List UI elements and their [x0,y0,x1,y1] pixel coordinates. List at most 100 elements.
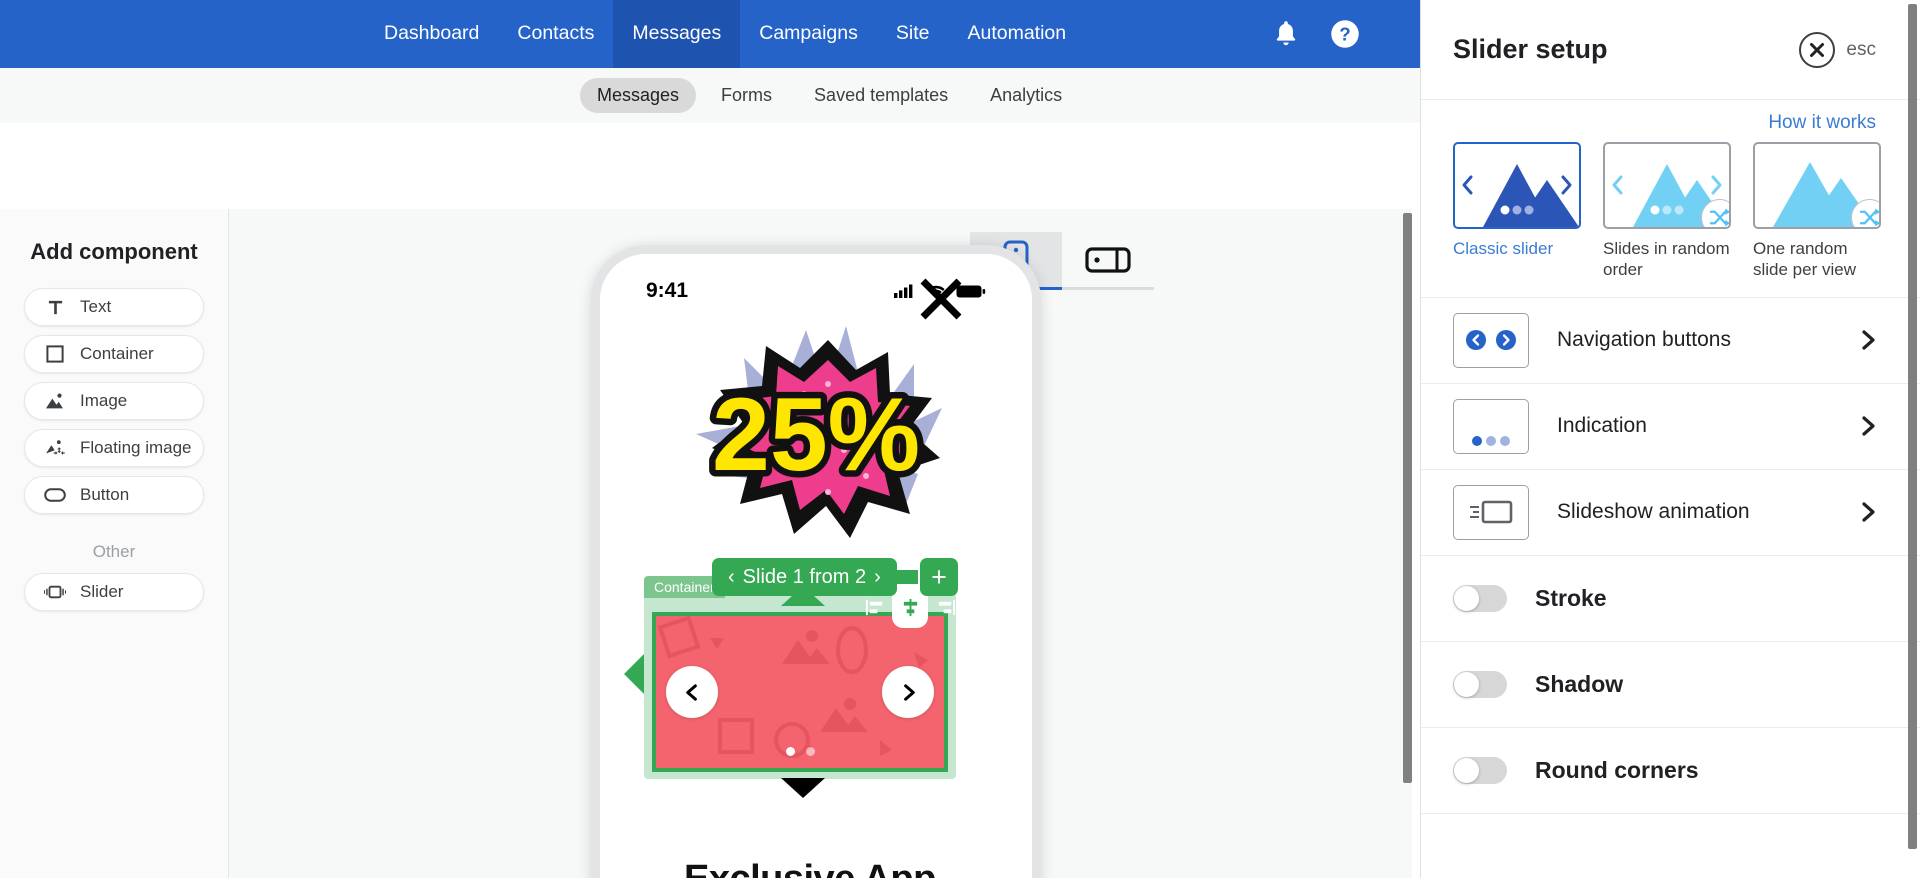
resize-handle-bottom[interactable] [781,778,825,798]
component-button[interactable]: Button [24,476,204,514]
toggle-row-shadow: Shadow [1421,640,1920,727]
slideshow-animation-icon [1453,484,1529,540]
top-navigation-bar: Dashboard Contacts Messages Campaigns Si… [0,0,1420,68]
slider-type-classic[interactable]: Classic slider [1453,142,1581,281]
toggle-knob [1454,585,1479,611]
phone-headline: Exclusive App- [600,858,1032,878]
row-slideshow-animation-label: Slideshow animation [1557,500,1750,523]
row-indication-label: Indication [1557,414,1647,437]
slider-component-selected[interactable] [652,612,948,772]
align-right-icon [938,599,955,615]
text-icon [44,299,66,316]
button-icon [44,488,66,502]
image-icon [44,392,66,410]
top-nav-items: Dashboard Contacts Messages Campaigns Si… [365,0,1085,68]
slider-next-arrow[interactable] [882,666,934,718]
slider-dot[interactable] [805,747,815,756]
slide-toolbar-connector [896,570,918,584]
panel-close-button[interactable] [1799,31,1836,68]
nav-item-messages[interactable]: Messages [613,0,741,68]
tab-messages[interactable]: Messages [580,78,697,113]
row-navigation-buttons[interactable]: Navigation buttons [1421,296,1920,383]
device-mode-desktop[interactable] [1062,232,1154,290]
nav-item-campaigns[interactable]: Campaigns [740,0,877,68]
canvas-scrollbar[interactable] [1403,213,1412,783]
signal-icon [894,284,913,298]
discount-badge-image: 25% 25% [678,324,978,554]
round-corners-toggle[interactable] [1453,756,1507,784]
component-text[interactable]: Text [24,288,204,326]
slide-next-button[interactable]: › [868,566,887,589]
svg-text:?: ? [1339,24,1350,45]
panel-header: Slider setup esc [1421,0,1920,100]
content-spacer [0,123,1420,209]
slider-type-one-random-label: One random slide per view [1753,239,1856,280]
chevron-right-icon [1861,501,1876,523]
component-slider[interactable]: Slider [24,573,204,611]
row-slideshow-animation[interactable]: Slideshow animation [1421,468,1920,555]
component-container[interactable]: Container [24,335,204,373]
round-corners-label: Round corners [1535,756,1699,783]
slider-type-classic-label: Classic slider [1453,239,1554,258]
toggle-knob [1454,671,1479,697]
slider-icon [44,585,66,599]
toggle-knob [1454,757,1479,783]
nav-arrows-icon [1453,312,1529,368]
slider-type-random-order-label: Slides in random order [1603,239,1730,280]
tab-saved-templates[interactable]: Saved templates [797,78,965,113]
tab-forms[interactable]: Forms [704,78,789,113]
slider-setup-panel: Slider setup esc How it works Classic sl… [1420,0,1920,878]
slide-prev-button[interactable]: ‹ [722,566,741,589]
nav-item-dashboard[interactable]: Dashboard [365,0,498,68]
component-image-label: Image [80,391,128,410]
component-floating-image-label: Floating image [80,438,192,457]
bell-icon[interactable] [1272,19,1300,49]
stroke-toggle[interactable] [1453,584,1507,612]
tab-analytics[interactable]: Analytics [973,78,1079,113]
phone-screen: 9:41 25% 25% Container ‹ Slide 1 from 2 … [600,254,1032,878]
panel-title: Slider setup [1453,34,1608,64]
component-image[interactable]: Image [24,382,204,420]
stroke-label: Stroke [1535,584,1607,611]
nav-item-automation[interactable]: Automation [948,0,1085,68]
classic-slider-thumb [1453,142,1581,229]
resize-handle-top[interactable] [781,586,825,606]
slider-dot-active[interactable] [785,747,795,756]
toggle-row-stroke: Stroke [1421,554,1920,641]
component-floating-image[interactable]: Floating image [24,429,204,467]
desktop-icon [1085,246,1131,273]
shuffle-icon [1701,199,1729,227]
nav-item-site[interactable]: Site [877,0,949,68]
chevron-right-icon [1861,329,1876,351]
panel-divider [1421,812,1920,814]
add-slide-button[interactable]: + [920,558,958,596]
slider-prev-arrow[interactable] [666,666,718,718]
container-icon [44,345,66,363]
slider-type-one-random[interactable]: One random slide per view [1753,142,1881,281]
svg-text:25%: 25% [712,377,920,493]
nav-item-contacts[interactable]: Contacts [498,0,613,68]
component-button-label: Button [80,485,130,504]
how-it-works-link[interactable]: How it works [1421,100,1920,134]
add-component-sidebar: Add component Text Container Image Float… [0,209,229,878]
shadow-toggle[interactable] [1453,670,1507,698]
slider-indication-dots [656,747,944,756]
floating-image-icon [44,439,66,458]
align-left-icon [865,599,882,615]
dots-indication-icon [1453,398,1529,454]
close-icon[interactable] [916,274,966,329]
row-navigation-buttons-label: Navigation buttons [1557,328,1731,351]
toggle-row-round-corners: Round corners [1421,726,1920,813]
top-nav-actions: ? [1272,0,1360,68]
phone-preview: 9:41 25% 25% Container ‹ Slide 1 from 2 … [591,245,1041,878]
slider-type-random-order[interactable]: Slides in random order [1603,142,1731,281]
sidebar-title: Add component [30,239,198,264]
help-circle-icon[interactable]: ? [1330,19,1360,49]
row-indication[interactable]: Indication [1421,382,1920,469]
sub-nav-items: Messages Forms Saved templates Analytics [580,78,1079,113]
panel-scrollbar[interactable] [1908,4,1917,849]
panel-close-group: esc [1799,31,1876,68]
phone-status-bar: 9:41 [600,276,1032,306]
resize-handle-left[interactable] [624,654,644,694]
random-order-thumb [1603,142,1731,229]
